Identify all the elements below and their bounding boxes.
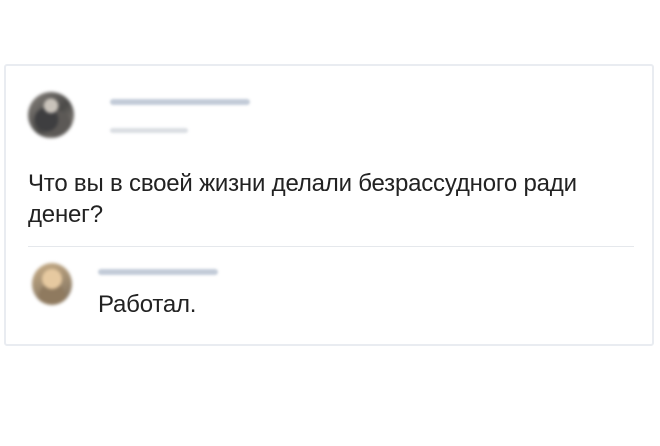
post-card: Что вы в своей жизни делали безрассудног… (4, 64, 654, 346)
post-timestamp-blurred[interactable] (110, 128, 188, 133)
commenter-avatar[interactable] (32, 263, 72, 305)
comment-text: Работал. (98, 291, 197, 318)
post-text: Что вы в своей жизни делали безрассудног… (28, 170, 577, 228)
commenter-name-blurred[interactable] (98, 269, 218, 275)
comment-divider (28, 246, 634, 247)
author-avatar[interactable] (28, 92, 74, 138)
author-name-blurred[interactable] (110, 99, 250, 105)
